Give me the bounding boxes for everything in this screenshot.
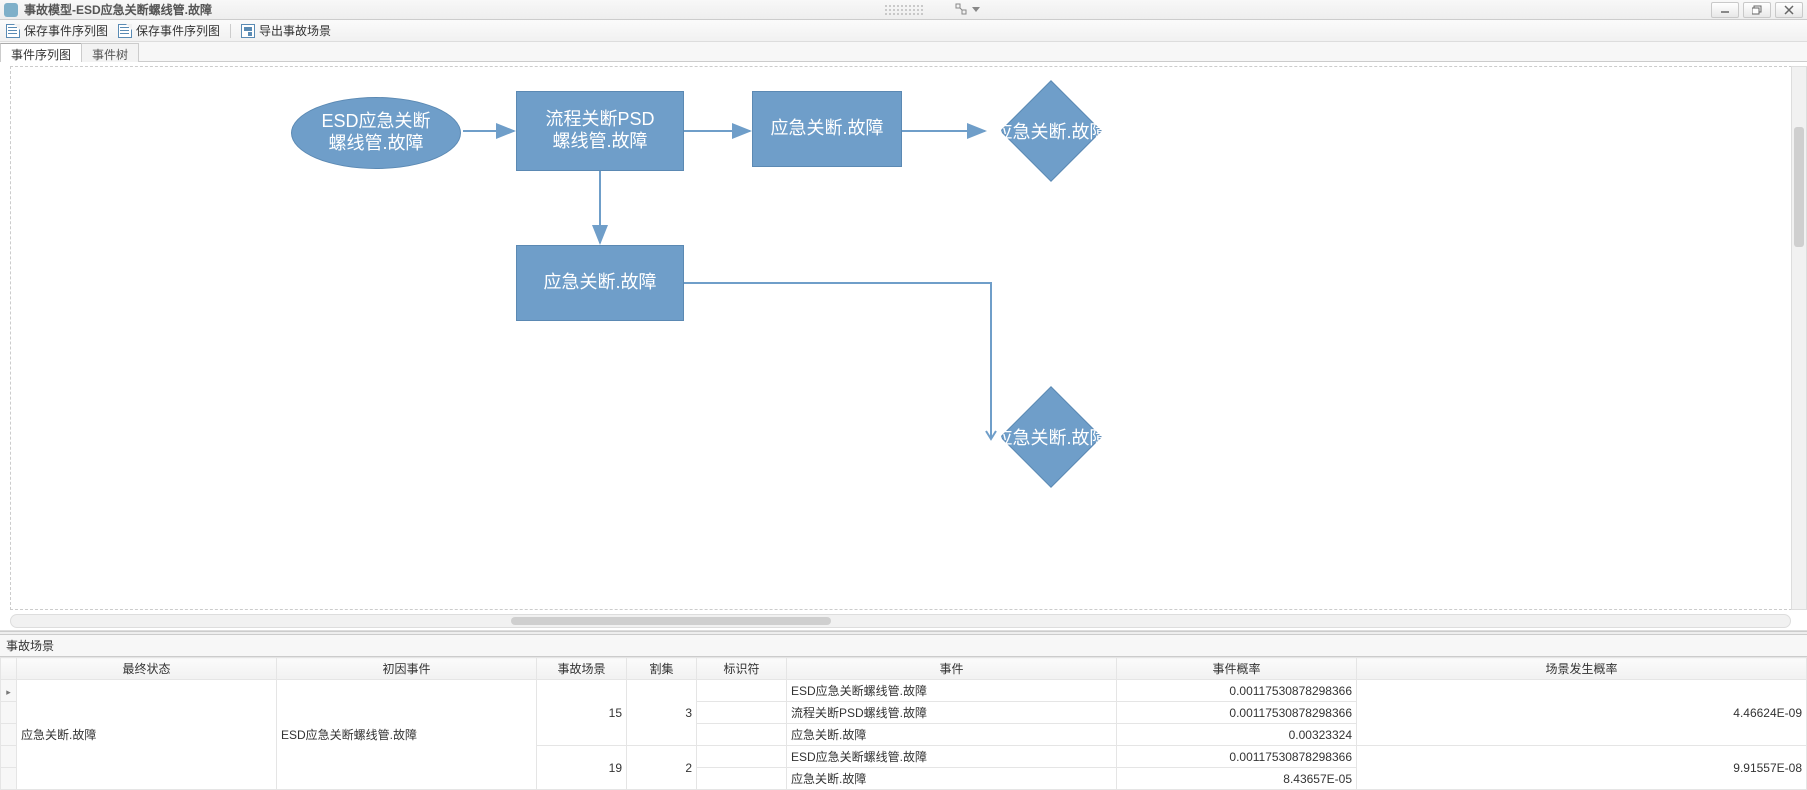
canvas-area[interactable]: ESD应急关断 螺线管.故障 流程关断PSD 螺线管.故障 应急关断.故障 应急… (0, 62, 1807, 631)
table-header-row: 最终状态 初因事件 事故场景 割集 标识符 事件 事件概率 场景发生概率 (1, 658, 1807, 680)
cell-scene: 19 (537, 746, 627, 790)
cell-event: 流程关断PSD螺线管.故障 (787, 702, 1117, 724)
tab-event-tree[interactable]: 事件树 (81, 43, 139, 62)
toolbar-label: 保存事件序列图 (24, 22, 108, 39)
node-label: 应急关断.故障 (543, 272, 656, 294)
separator (230, 24, 231, 38)
scene-table[interactable]: 最终状态 初因事件 事故场景 割集 标识符 事件 事件概率 场景发生概率 应急关… (0, 657, 1807, 790)
dropdown-icon[interactable] (970, 2, 982, 16)
cell-event: 应急关断.故障 (787, 768, 1117, 790)
node-label: 应急关断.故障 (994, 424, 1107, 450)
cell-event-prob: 0.00323324 (1117, 724, 1357, 746)
vertical-scrollbar[interactable] (1791, 66, 1807, 610)
col-scene[interactable]: 事故场景 (537, 658, 627, 680)
cell-cutset: 2 (627, 746, 697, 790)
cell-init-event: ESD应急关断螺线管.故障 (277, 680, 537, 790)
scroll-thumb[interactable] (511, 617, 831, 625)
cell-event: ESD应急关断螺线管.故障 (787, 746, 1117, 768)
table-row[interactable]: 应急关断.故障 ESD应急关断螺线管.故障 15 3 ESD应急关断螺线管.故障… (1, 680, 1807, 702)
col-identifier[interactable]: 标识符 (697, 658, 787, 680)
save-sequence-button[interactable]: 保存事件序列图 (6, 22, 108, 39)
sequence-icon (6, 24, 20, 38)
node-process-cutoff[interactable]: 流程关断PSD 螺线管.故障 (516, 91, 684, 171)
tab-sequence-diagram[interactable]: 事件序列图 (0, 43, 82, 62)
toolbar-label: 保存事件序列图 (136, 22, 220, 39)
export-scene-button[interactable]: 导出事故场景 (241, 22, 331, 39)
col-event-prob[interactable]: 事件概率 (1117, 658, 1357, 680)
col-final-state[interactable]: 最终状态 (17, 658, 277, 680)
node-label-line: ESD应急关断 (321, 111, 430, 133)
node-emergency-fault-diamond-top[interactable]: 应急关断.故障 (971, 81, 1131, 181)
cell-event-prob: 0.00117530878298366 (1117, 702, 1357, 724)
cell-scene: 15 (537, 680, 627, 746)
node-emergency-fault-top[interactable]: 应急关断.故障 (752, 91, 902, 167)
minimize-button[interactable] (1711, 2, 1739, 18)
scroll-thumb[interactable] (1794, 127, 1804, 247)
diagram-canvas[interactable]: ESD应急关断 螺线管.故障 流程关断PSD 螺线管.故障 应急关断.故障 应急… (10, 66, 1797, 610)
restore-button[interactable] (1743, 2, 1771, 18)
toolbar: 保存事件序列图 保存事件序列图 导出事故场景 (0, 20, 1807, 42)
cell-cutset: 3 (627, 680, 697, 746)
cell-event-prob: 0.00117530878298366 (1117, 680, 1357, 702)
node-initiating-event[interactable]: ESD应急关断 螺线管.故障 (291, 97, 461, 169)
save-icon (241, 24, 255, 38)
cell-scene-prob: 9.91557E-08 (1357, 746, 1807, 790)
node-label: 应急关断.故障 (770, 118, 883, 140)
node-emergency-fault-mid[interactable]: 应急关断.故障 (516, 245, 684, 321)
node-label-line: 螺线管.故障 (545, 131, 654, 153)
close-button[interactable] (1775, 2, 1803, 18)
row-indicator (1, 680, 17, 702)
cell-event: ESD应急关断螺线管.故障 (787, 680, 1117, 702)
node-emergency-fault-diamond-bottom[interactable]: 应急关断.故障 (971, 387, 1131, 487)
sequence-icon (118, 24, 132, 38)
arrows-layer (11, 67, 1797, 609)
app-icon (4, 3, 18, 17)
col-event[interactable]: 事件 (787, 658, 1117, 680)
toolbar-label: 导出事故场景 (259, 22, 331, 39)
lower-panel-title: 事故场景 (0, 635, 1807, 657)
drag-handle-icon[interactable] (884, 4, 924, 16)
node-label-line: 螺线管.故障 (321, 133, 430, 155)
cell-scene-prob: 4.46624E-09 (1357, 680, 1807, 746)
node-label: 应急关断.故障 (994, 118, 1107, 144)
cell-final-state: 应急关断.故障 (17, 680, 277, 790)
cell-event-prob: 0.00117530878298366 (1117, 746, 1357, 768)
expand-icon[interactable] (954, 2, 968, 16)
window-title: 事故模型-ESD应急关断螺线管.故障 (24, 1, 212, 18)
cell-event: 应急关断.故障 (787, 724, 1117, 746)
col-initiating-event[interactable]: 初因事件 (277, 658, 537, 680)
tab-strip: 事件序列图 事件树 (0, 42, 1807, 62)
cell-event-prob: 8.43657E-05 (1117, 768, 1357, 790)
col-cutset[interactable]: 割集 (627, 658, 697, 680)
cell-id (697, 680, 787, 702)
horizontal-scrollbar[interactable] (10, 614, 1791, 628)
node-label-line: 流程关断PSD (545, 109, 654, 131)
corner-cell (1, 658, 17, 680)
save-sequence-button-2[interactable]: 保存事件序列图 (118, 22, 220, 39)
col-scene-prob[interactable]: 场景发生概率 (1357, 658, 1807, 680)
title-bar: 事故模型-ESD应急关断螺线管.故障 (0, 0, 1807, 20)
